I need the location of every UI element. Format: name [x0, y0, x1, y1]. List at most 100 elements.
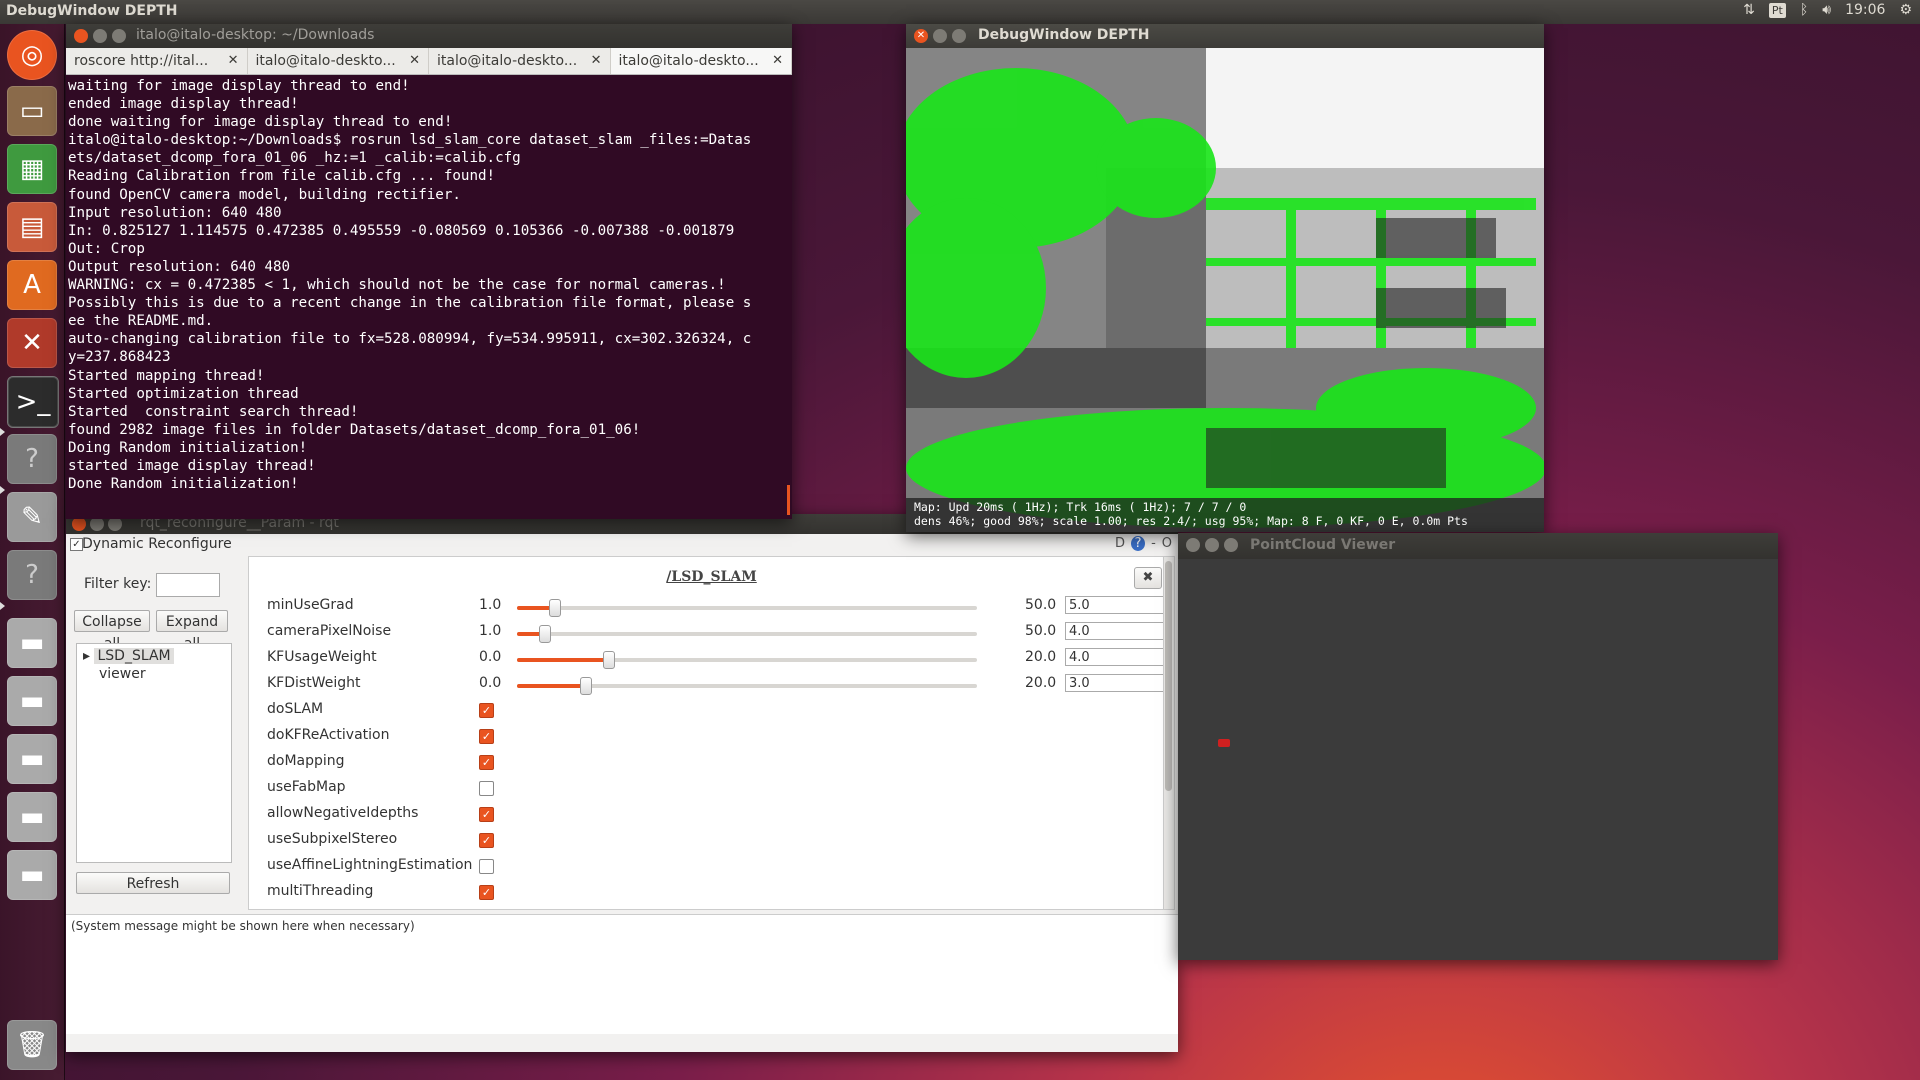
unknown-app-icon[interactable]: ?: [7, 434, 57, 484]
expand-all-button[interactable]: Expand all: [156, 610, 228, 652]
collapse-all-button[interactable]: Collapse all: [74, 610, 150, 652]
help-icon[interactable]: ?: [1131, 536, 1146, 551]
pointcloud-titlebar[interactable]: PointCloud Viewer: [1178, 533, 1778, 559]
close-tab-icon[interactable]: ✕: [591, 53, 602, 68]
param-slider[interactable]: [517, 677, 977, 695]
bluetooth-icon[interactable]: ᛒ: [1800, 2, 1808, 18]
terminal-tab-active[interactable]: italo@italo-deskto... ✕: [610, 48, 792, 74]
terminal-tab[interactable]: roscore http://ital... ✕: [66, 48, 248, 74]
unknown-app-icon[interactable]: ?: [7, 550, 57, 600]
param-name: KFDistWeight: [267, 675, 361, 691]
close-plugin-button[interactable]: O: [1162, 536, 1172, 551]
keyboard-icon[interactable]: Pt: [1768, 2, 1786, 18]
param-checkbox[interactable]: ✓: [479, 833, 494, 848]
close-icon[interactable]: ✕: [914, 29, 928, 43]
close-icon[interactable]: [1186, 538, 1200, 552]
terminal-line: ended image display thread!: [68, 96, 299, 113]
param-value-input[interactable]: 4.0: [1065, 648, 1174, 666]
param-checkbox[interactable]: ✓: [479, 885, 494, 900]
tree-item-lsd-slam[interactable]: ▸ LSD_SLAM: [83, 648, 174, 664]
files-icon[interactable]: ▭: [7, 86, 57, 136]
terminal-scrollbar[interactable]: [787, 485, 790, 515]
drive-icon[interactable]: ▬: [7, 734, 57, 784]
slider-handle[interactable]: [548, 599, 561, 617]
ubuntu-logo-icon[interactable]: ◎: [7, 30, 57, 80]
minimize-plugin-button[interactable]: -: [1151, 536, 1156, 551]
terminal-tabs: roscore http://ital... ✕ italo@italo-desk…: [66, 48, 792, 75]
param-slider[interactable]: [517, 651, 977, 669]
maximize-icon[interactable]: [108, 517, 122, 531]
close-tab-icon[interactable]: ✕: [228, 53, 239, 68]
tree-item-viewer[interactable]: viewer: [99, 666, 146, 682]
terminal-line: Reading Calibration from file calib.cfg …: [68, 168, 496, 185]
terminal-tab[interactable]: italo@italo-deskto... ✕: [248, 48, 429, 74]
gear-icon[interactable]: ⚙: [1899, 2, 1912, 18]
maximize-icon[interactable]: [1224, 538, 1238, 552]
close-tab-icon[interactable]: ✕: [409, 53, 420, 68]
drive-icon[interactable]: ▬: [7, 676, 57, 726]
param-slider[interactable]: [517, 599, 977, 617]
param-slider[interactable]: [517, 625, 977, 643]
terminal-line: ee the README.md.: [68, 313, 214, 330]
depth-stats-overlay: Map: Upd 20ms ( 1Hz); Trk 16ms ( 1Hz); 7…: [906, 498, 1544, 532]
tab-label: italo@italo-deskto...: [255, 53, 396, 69]
vertical-scrollbar[interactable]: [1163, 557, 1174, 909]
slider-handle[interactable]: [539, 625, 552, 643]
drive-icon[interactable]: ▬: [7, 618, 57, 668]
maximize-icon[interactable]: [952, 29, 966, 43]
minimize-icon[interactable]: [93, 29, 107, 43]
param-checkbox[interactable]: ✓: [479, 703, 494, 718]
terminal-icon[interactable]: >_: [7, 376, 59, 428]
rqt-window: rqt_reconfigure__Param - rqt ✓ Dynamic R…: [66, 514, 1178, 1052]
terminal-output[interactable]: waiting for image display thread to end!…: [66, 75, 792, 499]
volume-icon[interactable]: 🔊︎: [1822, 2, 1831, 18]
param-checkbox[interactable]: ✓: [479, 755, 494, 770]
terminal-titlebar[interactable]: italo@italo-desktop: ~/Downloads: [66, 24, 792, 48]
settings-icon[interactable]: ✕: [7, 318, 57, 368]
param-max: 20.0: [1025, 675, 1057, 691]
group-title: /LSD_SLAM: [666, 569, 757, 585]
minimize-icon[interactable]: [1205, 538, 1219, 552]
debug-titlebar[interactable]: ✕ DebugWindow DEPTH: [906, 24, 1544, 48]
param-value-input[interactable]: 3.0: [1065, 674, 1174, 692]
maximize-icon[interactable]: [112, 29, 126, 43]
terminal-line: Input resolution: 640 480: [68, 204, 282, 221]
param-checkbox[interactable]: [479, 859, 494, 874]
indicator-area: ⇅ Pt ᛒ 🔊︎ 19:06 ⚙: [1743, 2, 1912, 18]
close-group-button[interactable]: ✖: [1134, 567, 1162, 589]
top-panel: DebugWindow DEPTH ⇅ Pt ᛒ 🔊︎ 19:06 ⚙: [0, 0, 1920, 24]
network-icon[interactable]: ⇅: [1743, 2, 1755, 18]
close-tab-icon[interactable]: ✕: [772, 53, 783, 68]
close-icon[interactable]: [72, 517, 86, 531]
refresh-button[interactable]: Refresh: [76, 872, 230, 894]
terminal-line: y=237.868423: [68, 349, 171, 366]
terminal-line: waiting for image display thread to end!: [68, 78, 410, 94]
minimize-icon[interactable]: [90, 517, 104, 531]
param-value-input[interactable]: 5.0: [1065, 596, 1174, 614]
debug-depth-window: ✕ DebugWindow DEPTH Map: Upd 20ms (1Hz)…: [906, 24, 1544, 532]
software-center-icon[interactable]: A: [7, 260, 57, 310]
minimize-icon[interactable]: [933, 29, 947, 43]
clock[interactable]: 19:06: [1845, 2, 1885, 18]
trash-icon[interactable]: 🗑︎: [7, 1020, 57, 1070]
plugin-header: ✓ Dynamic Reconfigure D ? - O: [66, 534, 1178, 556]
filter-key-input[interactable]: [156, 573, 220, 597]
scrollbar-thumb[interactable]: [1165, 561, 1172, 791]
param-checkbox[interactable]: ✓: [479, 807, 494, 822]
slider-handle[interactable]: [603, 651, 615, 669]
presentation-icon[interactable]: ▤: [7, 202, 57, 252]
expand-arrow-icon[interactable]: ▸: [83, 648, 90, 664]
spreadsheet-icon[interactable]: ▦: [7, 144, 57, 194]
param-max: 20.0: [1025, 649, 1057, 665]
terminal-line: italo@italo-desktop:~/Downloads$ rosrun …: [68, 132, 752, 149]
text-editor-icon[interactable]: ✎: [7, 492, 57, 542]
drive-icon[interactable]: ▬: [7, 792, 57, 842]
terminal-tab[interactable]: italo@italo-deskto... ✕: [429, 48, 611, 74]
param-value-input[interactable]: 4.0: [1065, 622, 1174, 640]
slider-handle[interactable]: [580, 677, 592, 695]
close-icon[interactable]: [74, 29, 88, 43]
param-checkbox[interactable]: ✓: [479, 729, 494, 744]
dock-button[interactable]: D: [1115, 536, 1125, 551]
param-checkbox[interactable]: [479, 781, 494, 796]
drive-icon[interactable]: ▬: [7, 850, 57, 900]
